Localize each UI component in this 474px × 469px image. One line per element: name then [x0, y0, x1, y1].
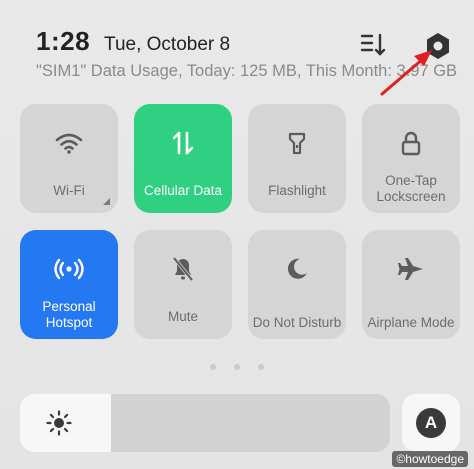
clock: 1:28 [36, 26, 91, 56]
airplane-icon [396, 254, 426, 284]
sun-icon [46, 410, 72, 436]
tile-flashlight[interactable]: Flashlight [248, 104, 346, 213]
page-dot [234, 364, 240, 370]
tile-label: One-Tap Lockscreen [376, 173, 446, 204]
cellular-data-icon [168, 128, 198, 158]
tile-label: Wi-Fi [53, 183, 85, 198]
flashlight-icon [282, 128, 312, 158]
tile-label: Mute [167, 309, 198, 324]
tile-label: Do Not Disturb [252, 315, 342, 330]
annotation-arrow [380, 50, 432, 96]
tile-do-not-disturb[interactable]: Do Not Disturb [248, 230, 346, 339]
moon-icon [282, 254, 312, 284]
tile-airplane-mode[interactable]: Airplane Mode [362, 230, 460, 339]
mute-icon [168, 254, 198, 284]
expand-corner-icon [103, 198, 110, 205]
date: Tue, October 8 [104, 34, 231, 55]
tile-wifi[interactable]: Wi-Fi [20, 104, 118, 213]
status-row: 1:28 Tue, October 8 [36, 26, 230, 57]
tile-cellular-data[interactable]: Cellular Data [134, 104, 232, 213]
tile-label: Personal Hotspot [42, 299, 96, 330]
page-dot [258, 364, 264, 370]
brightness-slider[interactable] [20, 394, 390, 452]
tile-label: Flashlight [268, 183, 326, 198]
wifi-icon [54, 128, 84, 158]
auto-brightness-button[interactable]: A [402, 394, 460, 452]
page-indicator [0, 364, 474, 370]
tile-label: Airplane Mode [367, 315, 455, 330]
lock-icon [396, 128, 426, 158]
tile-label: Cellular Data [143, 183, 223, 198]
tile-mute[interactable]: Mute [134, 230, 232, 339]
watermark: ©howtoedge [392, 451, 468, 467]
hotspot-icon [54, 254, 84, 284]
tile-personal-hotspot[interactable]: Personal Hotspot [20, 230, 118, 339]
auto-brightness-label: A [416, 408, 446, 438]
tile-one-tap-lockscreen[interactable]: One-Tap Lockscreen [362, 104, 460, 213]
page-dot [210, 364, 216, 370]
